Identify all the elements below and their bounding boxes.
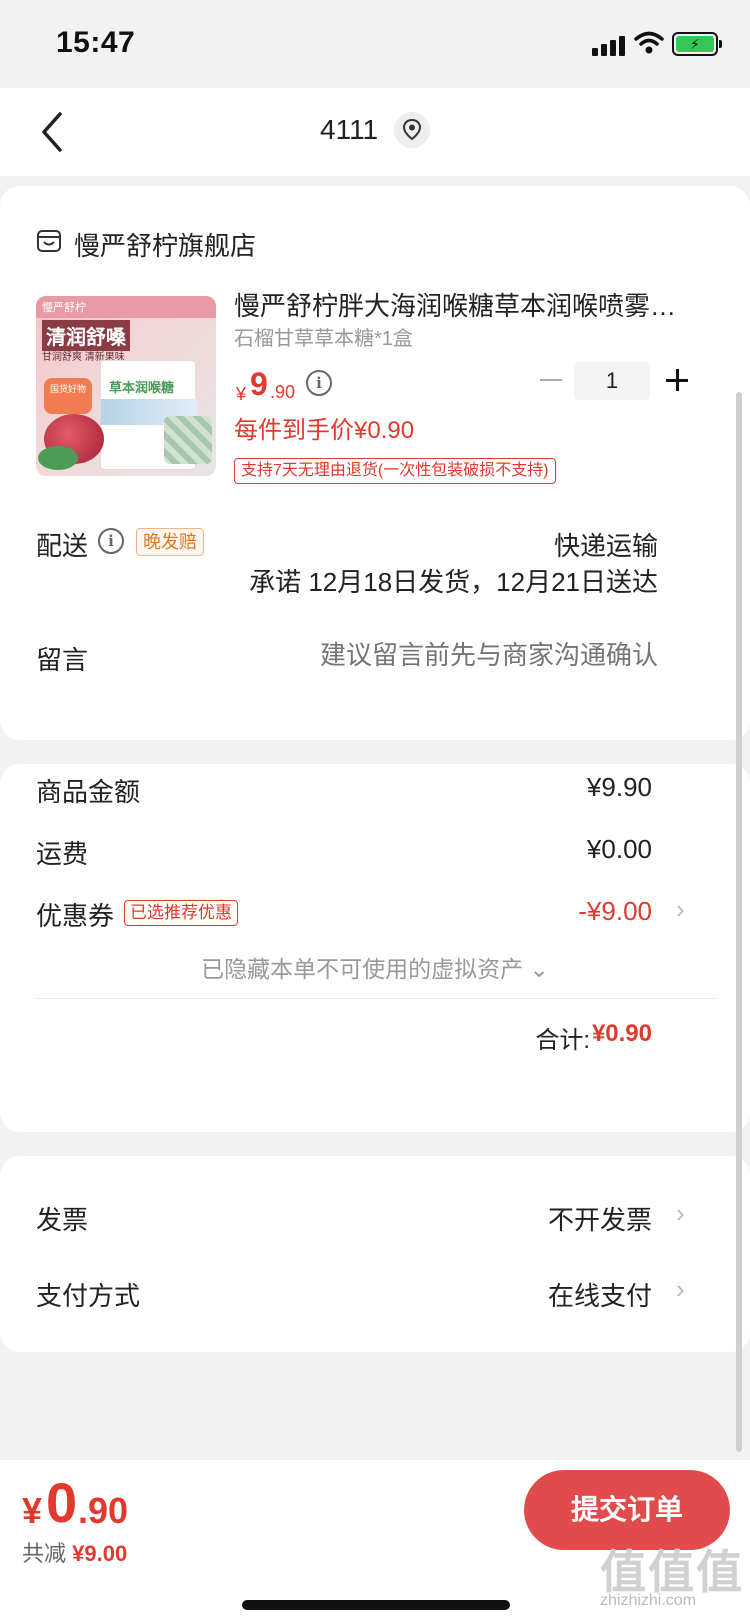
chevron-right-icon[interactable]: › [676,1198,685,1229]
invoice-label: 发票 [36,1205,89,1235]
status-time: 15:47 [56,26,136,59]
page-title: 4111 [320,114,379,145]
watermark-url: zhizhizhi.com [600,1592,697,1609]
hidden-assets-toggle[interactable]: 已隐藏本单不可使用的虚拟资产 ⌄ [0,950,750,984]
product-image-title: 清润舒嗓 [42,320,130,351]
delivery-promise: 承诺 12月18日发货，12月21日送达 [249,567,658,597]
shipping-value: ¥0.00 [586,834,652,864]
goods-amount-value: ¥9.90 [586,772,652,802]
payment-method-value[interactable]: 在线支付 [548,1276,652,1313]
product-image-badge: 国货好物 [44,378,92,414]
product-box-title: 草本润喉糖 [109,380,175,395]
candy-graphic [164,416,212,464]
total-value: ¥0.90 [591,1020,652,1047]
delivery-info-icon[interactable]: i [98,528,124,554]
total-price-symbol: ¥ [22,1490,43,1531]
late-delivery-compensation-tag[interactable]: 晚发赔 [136,528,204,556]
shipping-label: 运费 [36,839,89,869]
price-info-icon[interactable]: i [306,370,332,396]
price-integer: 9 [250,366,268,402]
store-name[interactable]: 慢严舒柠旗舰店 [74,226,256,263]
product-spec[interactable]: 石榴甘草草本糖*1盒 [234,322,413,351]
total-price-integer: 0 [46,1471,78,1534]
goods-amount-label: 商品金额 [36,777,141,807]
delivery-method: 快递运输 [553,531,658,561]
invoice-payment-card [0,1156,750,1352]
price-symbol: ¥ [236,384,247,404]
final-unit-price: 每件到手价¥0.90 [234,417,415,444]
product-image[interactable]: 慢严舒柠 清润舒嗓 甘润舒爽 清新果味 草本润喉糖 国货好物 [36,296,216,476]
cellular-signal-icon [592,34,626,56]
payment-method-label: 支付方式 [36,1281,141,1311]
divider [36,998,716,999]
product-image-brand: 慢严舒柠 [42,302,86,314]
total-price-decimal: .90 [78,1490,129,1531]
saved-label: 共减 [22,1541,67,1566]
invoice-value[interactable]: 不开发票 [548,1200,652,1237]
total-saved: 共减 ¥9.00 [22,1536,127,1568]
leaf-graphic [38,446,78,470]
remark-input[interactable] [278,640,658,671]
coupon-value[interactable]: -¥9.00 [578,896,652,927]
scrollbar[interactable] [736,392,742,1452]
back-icon[interactable] [38,108,68,156]
return-policy-tag: 支持7天无理由退货(一次性包装破损不支持) [234,458,556,484]
saved-value: ¥9.00 [72,1541,128,1566]
coupon-selected-tag: 已选推荐优惠 [124,900,238,926]
battery-icon: ⚡ [672,32,722,56]
delivery-label: 配送 [36,531,89,561]
wifi-icon [634,30,664,56]
quantity-increase-button[interactable] [662,364,694,396]
remark-label: 留言 [36,645,89,675]
quantity-value[interactable]: 1 [574,362,650,400]
home-indicator[interactable] [242,1600,510,1610]
price-decimal: .90 [270,382,296,402]
chevron-right-icon[interactable]: › [676,894,685,925]
coupon-label: 优惠券 [36,901,115,931]
store-icon [36,228,62,254]
chevron-right-icon[interactable]: › [676,1274,685,1305]
product-title[interactable]: 慢严舒柠胖大海润喉糖草本润喉喷雾… [234,286,714,323]
location-pin-icon[interactable] [394,112,430,148]
price-summary-card [0,764,750,1132]
quantity-decrease-button[interactable] [536,364,568,396]
total-label: 合计: [535,1027,590,1054]
